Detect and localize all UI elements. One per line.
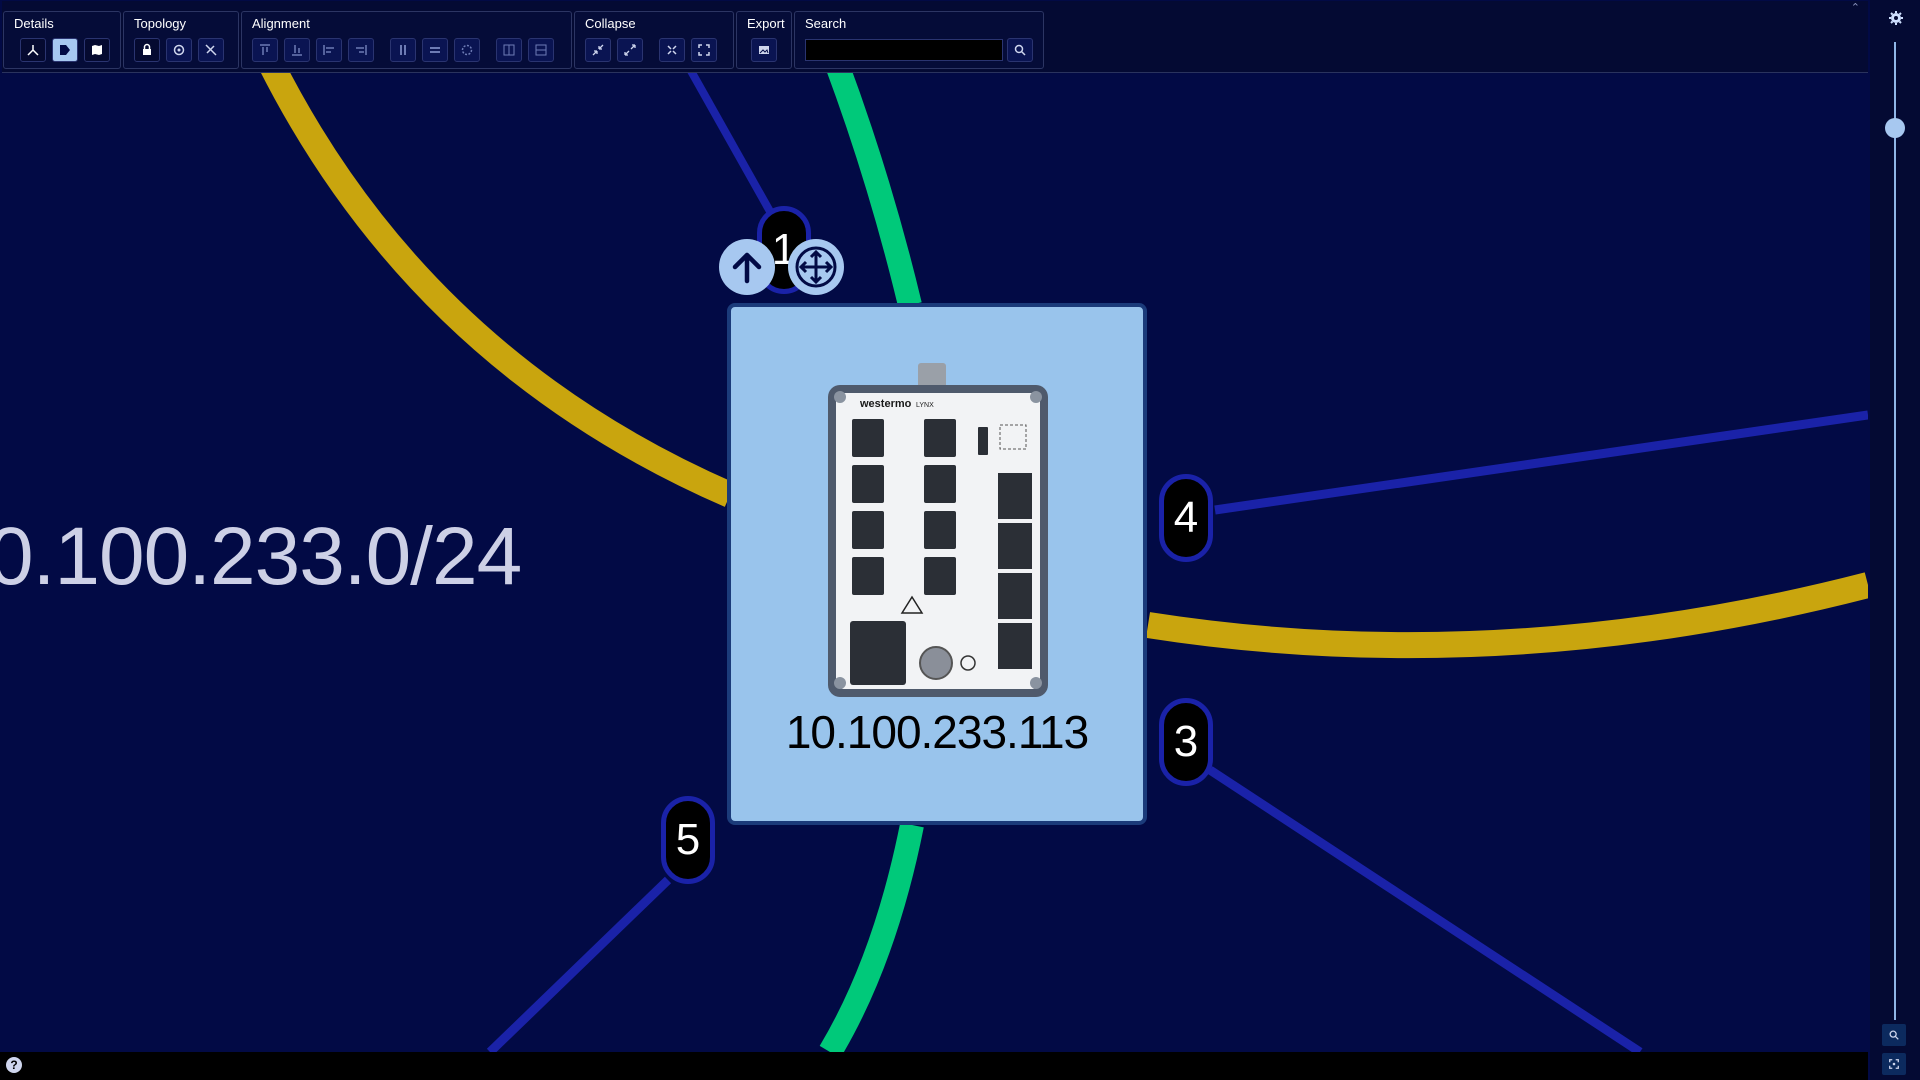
- role-up-badge[interactable]: [719, 239, 775, 295]
- group-topology: Topology: [123, 11, 239, 69]
- align-bottom-icon: [292, 45, 302, 56]
- expand-icon: [624, 44, 636, 56]
- group-search-label: Search: [805, 16, 847, 31]
- details-map-button[interactable]: [84, 38, 110, 62]
- align-circle-button[interactable]: [454, 38, 480, 62]
- group-export-label: Export: [747, 16, 785, 31]
- split-vertical-icon: [503, 44, 515, 56]
- group-details: Details: [3, 11, 121, 69]
- collapse-button[interactable]: [585, 38, 611, 62]
- link-blue-4[interactable]: [1214, 410, 1868, 515]
- fit-screen-button[interactable]: [1882, 1053, 1906, 1075]
- layout-refresh-button[interactable]: [166, 38, 192, 62]
- search-input[interactable]: [805, 39, 1003, 61]
- link-blue-3[interactable]: [1207, 766, 1643, 1052]
- topology-canvas[interactable]: 0.100.233.0/24 1 4 3 5 westermo LYNX 10.…: [0, 0, 1868, 1052]
- bottom-bar: [0, 1052, 1868, 1080]
- toolbar-collapse-icon[interactable]: ⌃: [1851, 1, 1860, 14]
- distribute-vertical-icon: [430, 47, 440, 53]
- link-green-bottom[interactable]: [819, 822, 924, 1052]
- search-button[interactable]: [1007, 38, 1033, 62]
- subnet-label[interactable]: 0.100.233.0/24: [0, 510, 522, 604]
- lock-icon: [143, 43, 151, 55]
- device-model: LYNX: [916, 402, 934, 409]
- zoom-slider-track[interactable]: [1894, 42, 1896, 1020]
- group-topology-label: Topology: [134, 16, 187, 31]
- port-3[interactable]: 3: [1159, 698, 1213, 786]
- align-right-icon: [356, 45, 367, 55]
- collapse-all-icon: [667, 45, 677, 55]
- lock-button[interactable]: [134, 38, 160, 62]
- search-icon: [1014, 44, 1026, 56]
- split-vertical-button[interactable]: [496, 38, 522, 62]
- eye-off-icon: [205, 44, 217, 56]
- align-left-button[interactable]: [316, 38, 342, 62]
- group-details-label: Details: [14, 16, 54, 31]
- link-gold-left[interactable]: [258, 56, 736, 507]
- distribute-horizontal-button[interactable]: [390, 38, 416, 62]
- collapse-all-button[interactable]: [659, 38, 685, 62]
- port-4-label: 4: [1173, 493, 1199, 542]
- align-top-icon: [260, 44, 270, 55]
- group-alignment: Alignment: [241, 11, 572, 69]
- group-export: Export: [736, 11, 792, 69]
- group-collapse-label: Collapse: [585, 16, 636, 31]
- toolbar: ⌃ Details Topology Alignment Collapse Ex…: [2, 1, 1868, 73]
- group-collapse: Collapse: [574, 11, 734, 69]
- device-node[interactable]: westermo LYNX 10.100.233.113: [727, 303, 1147, 825]
- node-ip-label[interactable]: 10.100.233.113: [731, 705, 1143, 759]
- distribute-vertical-button[interactable]: [422, 38, 448, 62]
- expand-button[interactable]: [617, 38, 643, 62]
- circle-layout-icon: [461, 44, 473, 56]
- expand-all-button[interactable]: [691, 38, 717, 62]
- help-icon[interactable]: ?: [6, 1057, 22, 1073]
- details-topology-button[interactable]: [20, 38, 46, 62]
- export-image-button[interactable]: [751, 38, 777, 62]
- arrow-up-icon: [732, 252, 762, 284]
- align-top-button[interactable]: [252, 38, 278, 62]
- port-5-label: 5: [675, 815, 701, 864]
- gear-icon[interactable]: [1888, 10, 1904, 26]
- align-right-button[interactable]: [348, 38, 374, 62]
- split-horizontal-icon: [535, 44, 547, 56]
- zoom-button[interactable]: [1882, 1024, 1906, 1046]
- link-gold-right[interactable]: [1145, 572, 1868, 659]
- router-icon: [795, 246, 837, 288]
- router-badge[interactable]: [788, 239, 844, 295]
- tag-icon: [60, 45, 70, 55]
- hide-links-button[interactable]: [198, 38, 224, 62]
- zoom-icon: [1889, 1030, 1899, 1040]
- image-icon: [759, 46, 769, 54]
- port-3-label: 3: [1173, 717, 1199, 766]
- device-brand: westermo: [859, 398, 912, 410]
- details-view-button[interactable]: [52, 38, 78, 62]
- group-search: Search: [794, 11, 1044, 69]
- port-4[interactable]: 4: [1159, 474, 1213, 562]
- link-blue-1[interactable]: [682, 60, 776, 217]
- link-green-top[interactable]: [824, 57, 922, 308]
- zoom-slider-thumb[interactable]: [1885, 118, 1905, 138]
- link-blue-5[interactable]: [486, 876, 672, 1052]
- port-5[interactable]: 5: [661, 796, 715, 884]
- device-image: westermo LYNX: [828, 363, 1048, 697]
- align-bottom-button[interactable]: [284, 38, 310, 62]
- align-left-icon: [323, 45, 334, 55]
- collapse-icon: [592, 44, 604, 56]
- network-icon: [27, 45, 39, 56]
- map-icon: [92, 45, 102, 55]
- distribute-horizontal-icon: [400, 45, 406, 55]
- group-alignment-label: Alignment: [252, 16, 310, 31]
- split-horizontal-button[interactable]: [528, 38, 554, 62]
- expand-all-icon: [698, 44, 710, 56]
- fit-screen-icon: [1889, 1059, 1899, 1069]
- refresh-icon: [173, 44, 185, 56]
